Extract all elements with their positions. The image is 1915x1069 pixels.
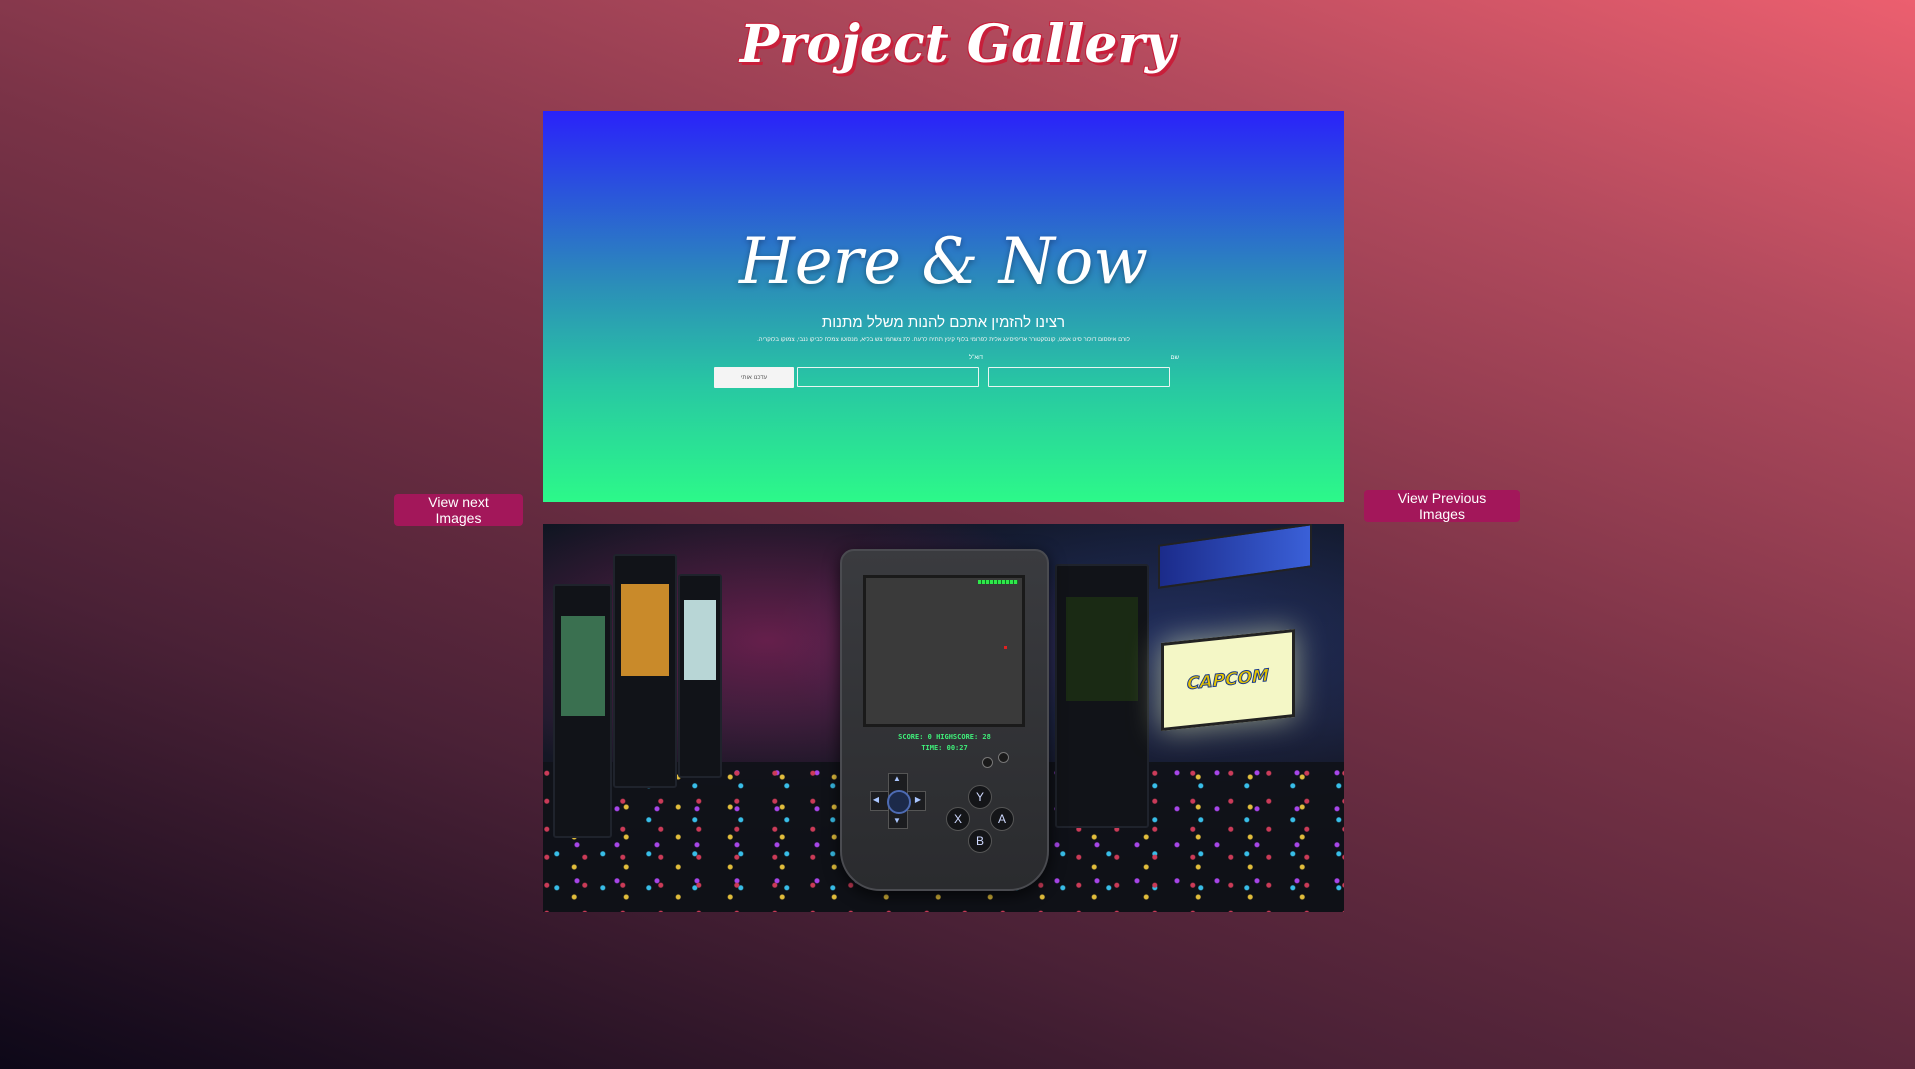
name-field[interactable] xyxy=(988,367,1170,387)
cabinet-screen xyxy=(684,600,716,680)
gallery-image-here-and-now: Here & Now רצינו להזמין אתכם להנות משלל … xyxy=(543,111,1344,502)
arcade-cabinet xyxy=(678,574,722,778)
arcade-cabinet xyxy=(553,584,612,838)
cabinet-screen xyxy=(560,616,605,716)
start-button[interactable] xyxy=(998,752,1009,763)
score-readout: SCORE: 0 HIGHSCORE: 28 xyxy=(898,733,991,741)
arrow-up-icon[interactable]: ▲ xyxy=(892,774,902,783)
submit-button[interactable]: עדכנו אותי xyxy=(714,367,794,388)
cabinet-screen xyxy=(621,583,669,676)
arrow-right-icon[interactable]: ▶ xyxy=(913,795,923,804)
dpad-center xyxy=(887,790,911,814)
y-button[interactable]: Y xyxy=(968,785,992,809)
hero-subtitle: רצינו להזמין אתכם להנות משלל מתנות xyxy=(821,314,1066,331)
a-button[interactable]: A xyxy=(990,807,1014,831)
arrow-down-icon[interactable]: ▼ xyxy=(892,816,902,825)
email-label: דוא"ל xyxy=(969,355,983,361)
hero-body-text: לורם איפסום דולור סיט אמט, קונסקטורר אדי… xyxy=(757,337,1130,343)
game-screen xyxy=(863,575,1025,727)
time-readout: TIME: 00:27 xyxy=(921,744,968,752)
handheld-console: SCORE: 0 HIGHSCORE: 28 TIME: 00:27 ▲ ▼ ◀… xyxy=(840,549,1049,891)
arcade-cabinet xyxy=(1055,564,1149,828)
select-button[interactable] xyxy=(982,757,993,768)
arrow-left-icon[interactable]: ◀ xyxy=(871,795,881,804)
view-previous-images-button[interactable]: View Previous Images xyxy=(1364,490,1520,522)
capcom-cabinet-screen: CAPCOM xyxy=(1161,628,1295,732)
b-button[interactable]: B xyxy=(968,829,992,853)
gallery-image-arcade-game: CAPCOM SCORE: 0 HIGHSCORE: 28 TIME: 00:2… xyxy=(543,524,1344,912)
name-label: שם xyxy=(1170,355,1179,361)
page-title: Project Gallery xyxy=(739,14,1176,75)
capcom-logo: CAPCOM xyxy=(1187,665,1270,695)
hero-title: Here & Now xyxy=(738,225,1149,299)
game-food-dot xyxy=(1004,646,1007,649)
health-bar xyxy=(978,580,1018,584)
email-field[interactable] xyxy=(797,367,979,387)
cabinet-screen xyxy=(1066,597,1138,702)
x-button[interactable]: X xyxy=(946,807,970,831)
arcade-cabinet xyxy=(613,554,677,788)
view-next-images-button[interactable]: View next Images xyxy=(394,494,523,526)
